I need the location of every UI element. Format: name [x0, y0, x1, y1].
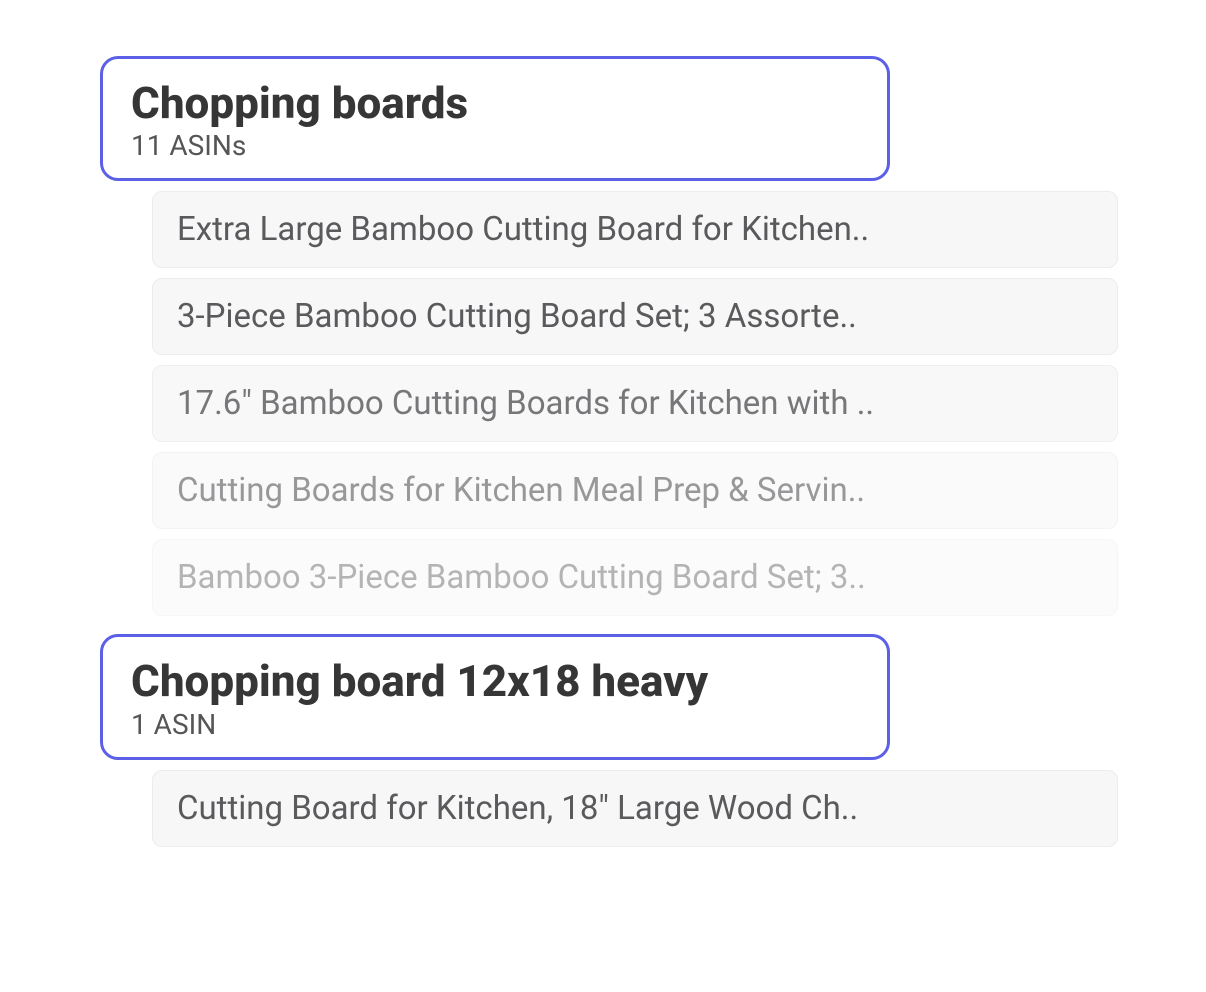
group-card-chopping-boards[interactable]: Chopping boards 11 ASINs	[100, 56, 890, 181]
list-item[interactable]: 3-Piece Bamboo Cutting Board Set; 3 Asso…	[152, 278, 1118, 355]
group-title: Chopping boards	[131, 79, 859, 127]
group-items-list: Cutting Board for Kitchen, 18" Large Woo…	[152, 770, 1118, 847]
list-item[interactable]: Extra Large Bamboo Cutting Board for Kit…	[152, 191, 1118, 268]
list-item[interactable]: Bamboo 3-Piece Bamboo Cutting Board Set;…	[152, 539, 1118, 616]
group-subtitle: 11 ASINs	[131, 129, 859, 162]
group-items-list: Extra Large Bamboo Cutting Board for Kit…	[152, 191, 1118, 616]
list-item[interactable]: 17.6" Bamboo Cutting Boards for Kitchen …	[152, 365, 1118, 442]
list-item[interactable]: Cutting Boards for Kitchen Meal Prep & S…	[152, 452, 1118, 529]
list-item[interactable]: Cutting Board for Kitchen, 18" Large Woo…	[152, 770, 1118, 847]
group-card-chopping-board-12x18[interactable]: Chopping board 12x18 heavy 1 ASIN	[100, 634, 890, 759]
group-subtitle: 1 ASIN	[131, 708, 859, 741]
group-title: Chopping board 12x18 heavy	[131, 657, 859, 705]
